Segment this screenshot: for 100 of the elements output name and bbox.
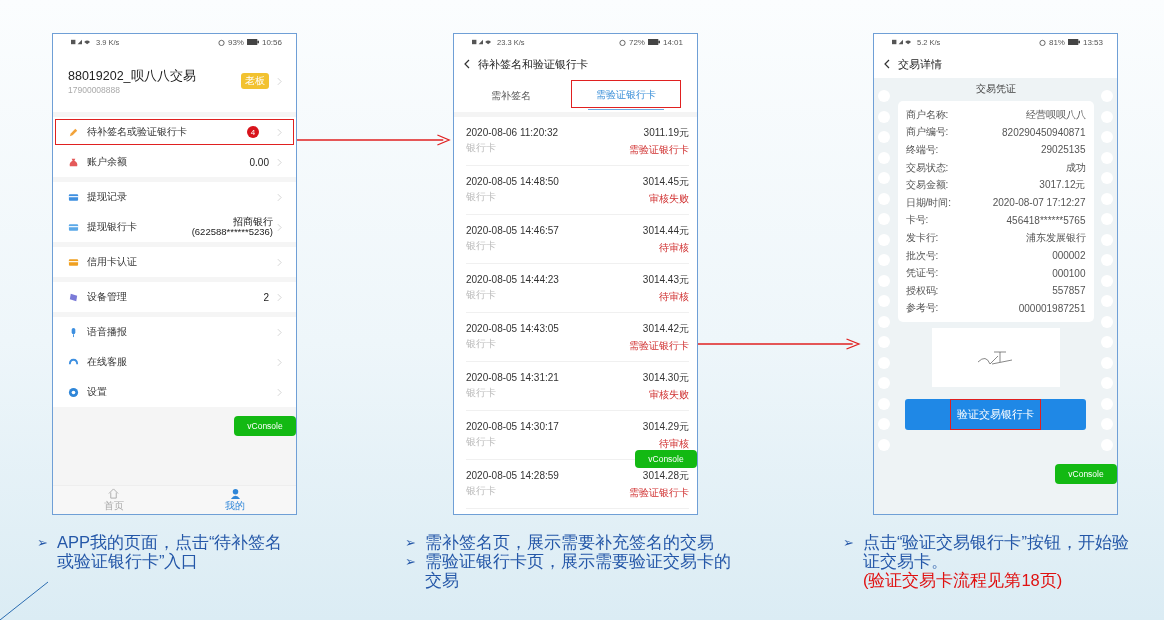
menu-item[interactable]: 语音播报 bbox=[53, 317, 296, 347]
alarm-icon bbox=[1038, 38, 1046, 46]
menu-item[interactable]: 账户余额 0.00 bbox=[53, 147, 296, 177]
field-label: 卡号: bbox=[905, 213, 929, 228]
card-icon bbox=[68, 256, 79, 268]
transaction-amount: 3014.43元 bbox=[642, 272, 689, 287]
card-number: (622588******5236) bbox=[191, 227, 273, 238]
bullet-marker: ➢ bbox=[37, 534, 48, 552]
transaction-row[interactable]: 2020-08-05 14:43:05 银行卡 3014.42元 需验证银行卡 bbox=[466, 313, 689, 362]
transaction-status: 需验证银行卡 bbox=[629, 142, 689, 157]
menu-label: 设备管理 bbox=[87, 290, 128, 304]
transaction-amount: 3014.28元 bbox=[642, 468, 689, 483]
transaction-row[interactable]: 2020-08-05 14:44:23 银行卡 3014.43元 待审核 bbox=[466, 264, 689, 313]
account-name: 88019202_呗八八交易 bbox=[68, 67, 197, 85]
transaction-time: 2020-08-05 14:31:21 bbox=[466, 372, 559, 383]
caption-note: (验证交易卡流程见第18页) bbox=[862, 570, 1064, 590]
caption-text: APP我的页面，点击“待补签名或验证银行卡”入口 bbox=[56, 533, 284, 571]
bank-name: 招商银行 bbox=[233, 216, 273, 227]
transaction-row[interactable]: 2020-08-05 14:46:57 银行卡 3014.44元 待审核 bbox=[466, 215, 689, 264]
chevron-icon bbox=[277, 157, 282, 167]
transaction-status: 待审核 bbox=[659, 289, 689, 304]
payment-method: 银行卡 bbox=[466, 435, 497, 449]
payment-method: 银行卡 bbox=[466, 288, 497, 302]
field-label: 终端号: bbox=[905, 143, 939, 157]
transaction-row[interactable]: 2020-08-06 11:20:32 银行卡 3011.19元 需验证银行卡 bbox=[466, 117, 689, 166]
menu-label: 提现记录 bbox=[87, 190, 128, 204]
caption-text: 需验证银行卡页，展示需要验证交易卡的交易 bbox=[424, 552, 732, 590]
field-label: 交易状态: bbox=[905, 160, 949, 175]
caption-text: 点击“验证交易银行卡”按钮，开始验证交易卡。 bbox=[862, 533, 1130, 571]
field-label: 授权码: bbox=[905, 283, 939, 298]
chevron-icon bbox=[277, 357, 282, 367]
tab[interactable]: 需补签名 bbox=[483, 80, 540, 112]
field-label: 商户名称: bbox=[905, 107, 949, 122]
back-icon[interactable] bbox=[884, 59, 890, 69]
clock-time: 13:53 bbox=[1082, 37, 1103, 47]
menu-label: 语音播报 bbox=[87, 325, 128, 339]
menu-item[interactable]: 设置 bbox=[53, 377, 296, 407]
field-value: 经营呗呗八八 bbox=[1025, 107, 1086, 122]
field-label: 凭证号: bbox=[905, 266, 939, 281]
menu-label: 设置 bbox=[87, 385, 108, 399]
menu-item[interactable]: 设备管理 2 bbox=[53, 282, 296, 312]
field-value: 557857 bbox=[1052, 285, 1086, 297]
bullet-marker: ➢ bbox=[405, 534, 416, 552]
device-icon bbox=[68, 291, 79, 303]
field-value: 000002 bbox=[1052, 250, 1086, 262]
menu-item[interactable]: 信用卡认证 bbox=[53, 247, 296, 277]
back-icon[interactable] bbox=[464, 59, 470, 69]
arrow-icon bbox=[297, 134, 453, 146]
payment-method: 银行卡 bbox=[466, 239, 497, 253]
account-phone: 17900008888 bbox=[68, 84, 121, 95]
bullet-marker: ➢ bbox=[405, 553, 416, 571]
field-label: 交易金额: bbox=[905, 178, 949, 193]
menu-item[interactable]: 待补签名或验证银行卡 4 bbox=[53, 117, 296, 147]
decorative-line bbox=[0, 580, 50, 620]
chevron-icon bbox=[277, 222, 282, 232]
chevron-icon bbox=[277, 127, 282, 137]
chevron-icon bbox=[277, 327, 282, 337]
transaction-amount: 3011.19元 bbox=[643, 125, 689, 140]
menu-label: 提现银行卡 bbox=[87, 220, 138, 234]
role-badge: 老板 bbox=[241, 73, 269, 89]
battery-icon bbox=[1067, 39, 1080, 45]
menu-item[interactable]: 在线客服 bbox=[53, 347, 296, 377]
chevron-icon bbox=[277, 257, 282, 267]
field-label: 商户编号: bbox=[905, 125, 949, 140]
transaction-time: 2020-08-05 14:43:05 bbox=[466, 323, 559, 334]
transaction-amount: 3014.45元 bbox=[642, 174, 689, 189]
transaction-amount: 3014.29元 bbox=[642, 419, 689, 434]
tab-bar-item[interactable]: 我的 bbox=[174, 486, 296, 514]
transaction-time: 2020-08-05 14:44:23 bbox=[466, 274, 559, 285]
alarm-icon bbox=[217, 38, 225, 46]
transaction-amount: 3014.44元 bbox=[642, 223, 689, 238]
alarm-icon bbox=[618, 38, 626, 46]
account-header[interactable]: 88019202_呗八八交易 17900008888 老板 bbox=[53, 50, 296, 112]
transaction-status: 需验证银行卡 bbox=[629, 338, 689, 353]
verify-card-button[interactable]: 验证交易银行卡 bbox=[905, 399, 1086, 431]
tab[interactable]: 需验证银行卡 bbox=[587, 80, 664, 110]
transaction-time: 2020-08-05 14:30:17 bbox=[466, 421, 559, 432]
payment-method: 银行卡 bbox=[466, 337, 497, 351]
payment-method: 银行卡 bbox=[466, 141, 497, 155]
field-value: 000001987251 bbox=[1018, 302, 1086, 314]
pencil-icon bbox=[68, 126, 79, 138]
transaction-row[interactable]: 2020-08-05 14:48:50 银行卡 3014.45元 审核失败 bbox=[466, 166, 689, 215]
home-icon bbox=[108, 487, 120, 499]
field-value: 3017.12元 bbox=[1039, 178, 1086, 193]
menu-value: 2 bbox=[263, 291, 269, 303]
bullet-marker: ➢ bbox=[843, 534, 854, 552]
menu-label: 待补签名或验证银行卡 bbox=[87, 125, 188, 139]
transaction-status: 待审核 bbox=[659, 240, 689, 255]
person-icon bbox=[229, 487, 241, 499]
payment-method: 银行卡 bbox=[466, 484, 497, 498]
field-value: 456418******5765 bbox=[1006, 214, 1086, 226]
transaction-status: 审核失败 bbox=[649, 387, 689, 402]
menu-item[interactable]: 提现记录 bbox=[53, 182, 296, 212]
transaction-amount: 3014.42元 bbox=[642, 321, 689, 336]
field-value: 820290450940871 bbox=[1002, 126, 1086, 138]
transaction-row[interactable]: 2020-08-05 14:31:21 银行卡 3014.30元 审核失败 bbox=[466, 362, 689, 411]
payment-method: 银行卡 bbox=[466, 386, 497, 400]
menu-item[interactable]: 提现银行卡 招商银行 (622588******5236) bbox=[53, 212, 296, 242]
battery-icon bbox=[647, 39, 660, 45]
field-value: 浦东发展银行 bbox=[1025, 230, 1086, 245]
